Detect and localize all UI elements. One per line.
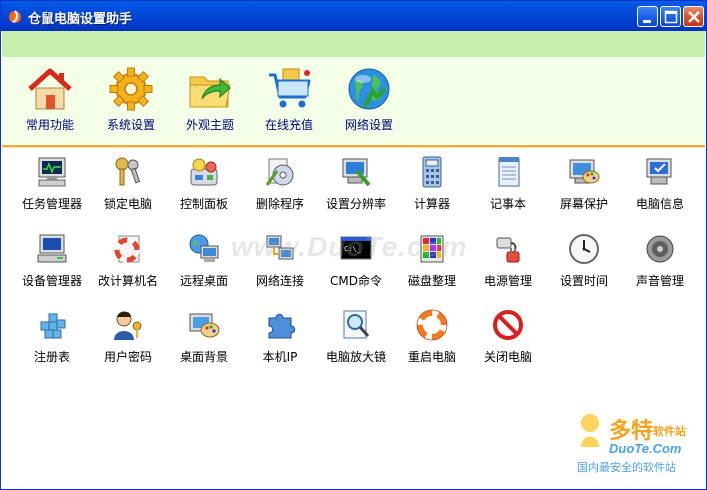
- notepad-icon: [498, 157, 520, 187]
- globe-icon: [348, 68, 390, 110]
- tool-online-recharge[interactable]: 在线充值: [251, 67, 327, 132]
- tool-common-functions[interactable]: 常用功能: [12, 67, 88, 132]
- network-icon: [266, 235, 294, 260]
- palette-icon: [189, 313, 220, 338]
- shutdown-icon: [493, 310, 523, 340]
- maximize-button[interactable]: [660, 6, 681, 27]
- folder-arrow-icon: [189, 76, 231, 108]
- item-shutdown-computer[interactable]: 关闭电脑: [465, 308, 551, 370]
- control-panel-icon: [190, 158, 218, 186]
- item-device-manager[interactable]: 设备管理器: [9, 232, 95, 294]
- item-notepad[interactable]: 记事本: [465, 155, 551, 217]
- clock-icon: [569, 234, 599, 264]
- item-calculator[interactable]: 计算器: [389, 155, 475, 217]
- item-power-management[interactable]: 电源管理: [465, 232, 551, 294]
- device-manager-icon: [37, 234, 67, 263]
- shopping-cart-icon: [269, 68, 311, 108]
- keys-icon: [115, 157, 141, 186]
- title-bar[interactable]: 仓鼠电脑设置助手: [1, 1, 706, 31]
- item-set-time[interactable]: 设置时间: [541, 232, 627, 294]
- item-remote-desktop[interactable]: 远程桌面: [161, 232, 247, 294]
- puzzle-icon: [268, 313, 296, 339]
- item-cmd-command[interactable]: C:\_ CMD命令: [313, 232, 399, 294]
- item-user-password[interactable]: 用户密码: [85, 308, 171, 370]
- header-band: [2, 31, 705, 57]
- cmd-icon: C:\_: [340, 236, 372, 260]
- item-uninstall-program[interactable]: 删除程序: [237, 155, 323, 217]
- close-icon: [688, 11, 700, 23]
- item-set-resolution[interactable]: 设置分辨率: [313, 155, 399, 217]
- monitor-icon: [38, 157, 66, 187]
- app-icon: [9, 10, 21, 23]
- calculator-icon: [422, 156, 442, 188]
- user-key-icon: [114, 311, 142, 340]
- tool-system-settings[interactable]: 系统设置: [93, 67, 169, 132]
- item-task-manager[interactable]: 任务管理器: [9, 155, 95, 217]
- item-computer-info[interactable]: 电脑信息: [617, 155, 703, 217]
- magnifier-icon: [343, 310, 370, 339]
- registry-icon: [40, 313, 66, 339]
- resolution-icon: [342, 158, 371, 187]
- gear-icon: [109, 67, 153, 111]
- item-magnifier[interactable]: 电脑放大镜: [313, 308, 399, 370]
- item-screensaver[interactable]: 屏幕保护: [541, 155, 627, 217]
- screensaver-icon: [569, 159, 600, 184]
- item-restart-computer[interactable]: 重启电脑: [389, 308, 475, 370]
- toolbar-separator: [2, 145, 705, 148]
- minimize-button[interactable]: [637, 6, 658, 27]
- item-disk-defrag[interactable]: 磁盘整理: [389, 232, 475, 294]
- computer-info-icon: [646, 158, 672, 185]
- minimize-icon: [643, 20, 651, 23]
- uninstall-icon: [265, 158, 294, 186]
- power-icon: [496, 237, 520, 263]
- duote-logo: 多特 软件站 DuoTe.Com 国内最安全的软件站: [573, 411, 705, 477]
- remote-desktop-icon: [189, 234, 219, 262]
- tool-network-settings[interactable]: 网络设置: [331, 67, 407, 132]
- item-sound-management[interactable]: 声音管理: [617, 232, 703, 294]
- svg-text:C:\_: C:\_: [344, 245, 362, 253]
- window-title: 仓鼠电脑设置助手: [28, 12, 133, 27]
- item-lock-computer[interactable]: 锁定电脑: [85, 155, 171, 217]
- item-rename-computer[interactable]: 改计算机名: [85, 232, 171, 294]
- item-control-panel[interactable]: 控制面板: [161, 155, 247, 217]
- item-registry[interactable]: 注册表: [9, 308, 95, 370]
- item-network-connection[interactable]: 网络连接: [237, 232, 323, 294]
- app-window: 仓鼠电脑设置助手 常用功能 系统设置 外观主题 在线充值 网络设置 任务管理器 …: [0, 0, 707, 490]
- restart-icon: [416, 309, 448, 341]
- close-button[interactable]: [683, 6, 704, 27]
- home-icon: [28, 68, 72, 110]
- lifebuoy-icon: [114, 235, 140, 263]
- mascot-icon: [581, 414, 599, 447]
- item-desktop-background[interactable]: 桌面背景: [161, 308, 247, 370]
- defrag-icon: [420, 235, 444, 263]
- item-local-ip[interactable]: 本机IP: [237, 308, 323, 370]
- maximize-icon: [664, 10, 678, 24]
- tool-appearance-theme[interactable]: 外观主题: [172, 67, 248, 132]
- speaker-icon: [646, 235, 674, 263]
